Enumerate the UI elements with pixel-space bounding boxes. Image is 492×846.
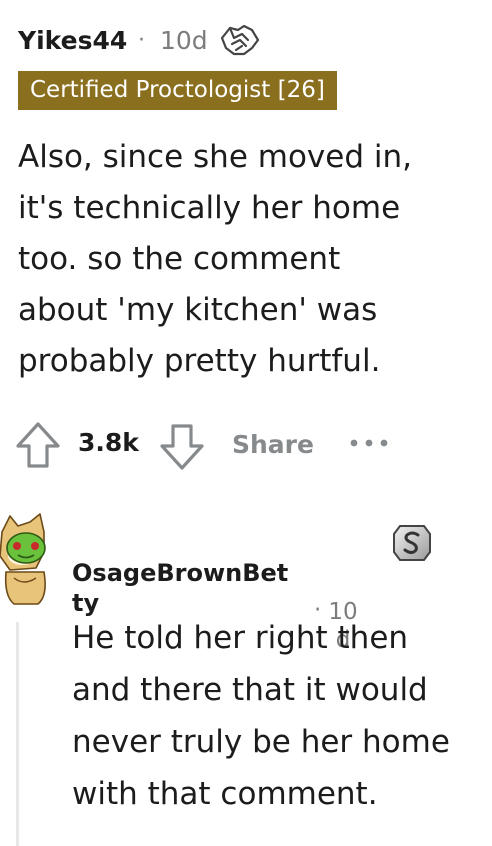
more-options-icon[interactable] [348, 436, 390, 450]
share-button[interactable]: Share [232, 430, 314, 459]
comment-body: He told her right then and there that it… [72, 612, 482, 820]
comment-body-line: about 'my kitchen' was [18, 292, 378, 328]
user-flair: Certified Proctologist [26] [18, 71, 337, 110]
comment-author[interactable]: OsageBrownBet ty [72, 558, 312, 618]
handshake-award-icon[interactable] [218, 20, 262, 60]
comment-body-line: and there that it would [72, 672, 428, 708]
comment-author[interactable]: Yikes44 [18, 26, 127, 55]
comment-body-line: too. so the comment [18, 241, 341, 277]
comment-body: Also, since she moved in, it's technical… [18, 132, 478, 387]
comment-body-line: Also, since she moved in, [18, 139, 412, 175]
comment-body-line: never truly be her home [72, 724, 450, 760]
downvote-arrow-icon[interactable] [158, 420, 206, 472]
vote-score: 3.8k [78, 428, 139, 457]
comment-age: 10d [160, 26, 208, 55]
upvote-arrow-icon[interactable] [14, 420, 62, 472]
meta-separator: · [138, 28, 145, 53]
snoo-doge-avatar-icon[interactable] [0, 512, 56, 608]
comment-body-line: He told her right then [72, 620, 409, 656]
thread-line[interactable] [16, 622, 19, 846]
comment-author-line: OsageBrownBet [72, 559, 289, 587]
comment-body-line: it's technically her home [18, 190, 401, 226]
comment-body-line: probably pretty hurtful. [18, 343, 381, 379]
comment-body-line: with that comment. [72, 776, 378, 812]
silver-award-icon[interactable] [392, 522, 432, 564]
